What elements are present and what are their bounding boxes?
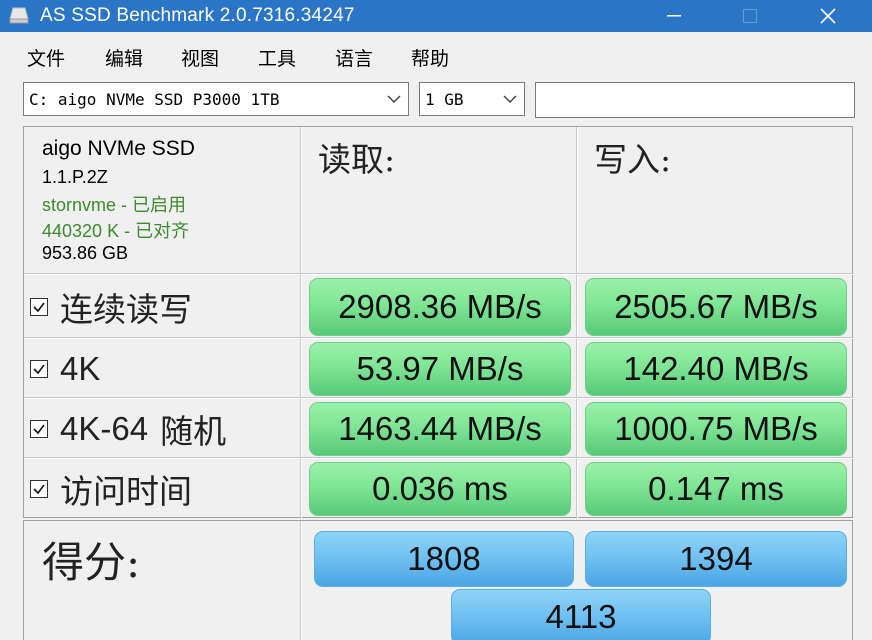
menu-file[interactable]: 文件 xyxy=(27,44,65,71)
column-divider xyxy=(300,521,302,640)
total-score: 4113 xyxy=(451,589,711,640)
sequential-label: 连续读写 xyxy=(60,290,192,329)
row-divider xyxy=(24,397,854,399)
results-panel: aigo NVMe SSD 1.1.P.2Z stornvme - 已启用 44… xyxy=(23,126,854,519)
read-score: 1808 xyxy=(314,531,574,587)
menu-view[interactable]: 视图 xyxy=(181,44,219,71)
drive-name: aigo NVMe SSD xyxy=(42,137,195,160)
maximize-icon xyxy=(743,9,757,23)
score-panel: 得分: 1808 1394 4113 xyxy=(23,520,853,640)
test-row-4k-64: 4K-64 随机 xyxy=(30,401,226,457)
drive-driver-status: stornvme - 已启用 xyxy=(42,195,187,215)
row-divider xyxy=(24,337,854,339)
close-button[interactable] xyxy=(800,0,856,32)
column-divider xyxy=(300,127,302,519)
score-label: 得分: xyxy=(42,538,141,587)
test-size-value: 1 GB xyxy=(425,90,464,109)
chevron-down-icon xyxy=(387,95,401,104)
test-row-sequential: 连续读写 xyxy=(30,277,192,337)
4k-read-result: 53.97 MB/s xyxy=(309,342,571,396)
drive-capacity: 953.86 GB xyxy=(42,243,129,263)
chevron-down-icon xyxy=(503,95,517,104)
drive-select-value: C: aigo NVMe SSD P3000 1TB xyxy=(29,90,280,109)
drive-alignment-status: 440320 K - 已对齐 xyxy=(42,221,190,241)
test-size-select[interactable]: 1 GB xyxy=(419,82,525,116)
access-time-read-result: 0.036 ms xyxy=(309,462,571,516)
row-divider xyxy=(24,273,854,275)
close-icon xyxy=(820,8,836,24)
column-divider xyxy=(576,127,578,519)
minimize-icon xyxy=(667,15,681,17)
menu-edit[interactable]: 编辑 xyxy=(105,44,143,71)
checkmark-icon xyxy=(33,302,45,313)
access-time-write-result: 0.147 ms xyxy=(585,462,847,516)
window-title: AS SSD Benchmark 2.0.7316.34247 xyxy=(40,5,355,26)
write-column-header: 写入: xyxy=(594,140,672,179)
4k-label: 4K xyxy=(60,350,101,387)
menu-help[interactable]: 帮助 xyxy=(411,44,449,71)
minimize-button[interactable] xyxy=(646,0,702,32)
access-time-label: 访问时间 xyxy=(60,472,192,511)
drive-info: aigo NVMe SSD 1.1.P.2Z stornvme - 已启用 44… xyxy=(42,137,195,264)
row-divider xyxy=(24,457,854,459)
drive-firmware: 1.1.P.2Z xyxy=(42,167,108,187)
title-bar: AS SSD Benchmark 2.0.7316.34247 xyxy=(0,0,872,32)
access-time-checkbox[interactable] xyxy=(30,480,48,498)
app-drive-icon xyxy=(9,7,29,24)
maximize-button xyxy=(722,0,778,32)
sequential-write-result: 2505.67 MB/s xyxy=(585,278,847,336)
menu-language[interactable]: 语言 xyxy=(335,44,373,71)
4k-write-result: 142.40 MB/s xyxy=(585,342,847,396)
sequential-read-result: 2908.36 MB/s xyxy=(309,278,571,336)
menu-tools[interactable]: 工具 xyxy=(258,44,296,71)
4k-64-label-prefix: 4K-64 xyxy=(60,410,149,447)
drive-select[interactable]: C: aigo NVMe SSD P3000 1TB xyxy=(23,82,409,116)
test-row-4k: 4K xyxy=(30,341,100,397)
4k-64-label: 随机 xyxy=(160,412,227,451)
sequential-checkbox[interactable] xyxy=(30,298,48,316)
status-textbox[interactable] xyxy=(535,82,855,118)
checkmark-icon xyxy=(33,484,45,495)
checkmark-icon xyxy=(33,364,45,375)
4k-checkbox[interactable] xyxy=(30,360,48,378)
test-row-access-time: 访问时间 xyxy=(30,461,192,517)
4k-64-write-result: 1000.75 MB/s xyxy=(585,402,847,456)
menu-bar: 文件 编辑 视图 工具 语言 帮助 xyxy=(0,42,872,72)
4k-64-checkbox[interactable] xyxy=(30,420,48,438)
read-column-header: 读取: xyxy=(318,140,396,179)
write-score: 1394 xyxy=(585,531,847,587)
checkmark-icon xyxy=(33,424,45,435)
4k-64-read-result: 1463.44 MB/s xyxy=(309,402,571,456)
